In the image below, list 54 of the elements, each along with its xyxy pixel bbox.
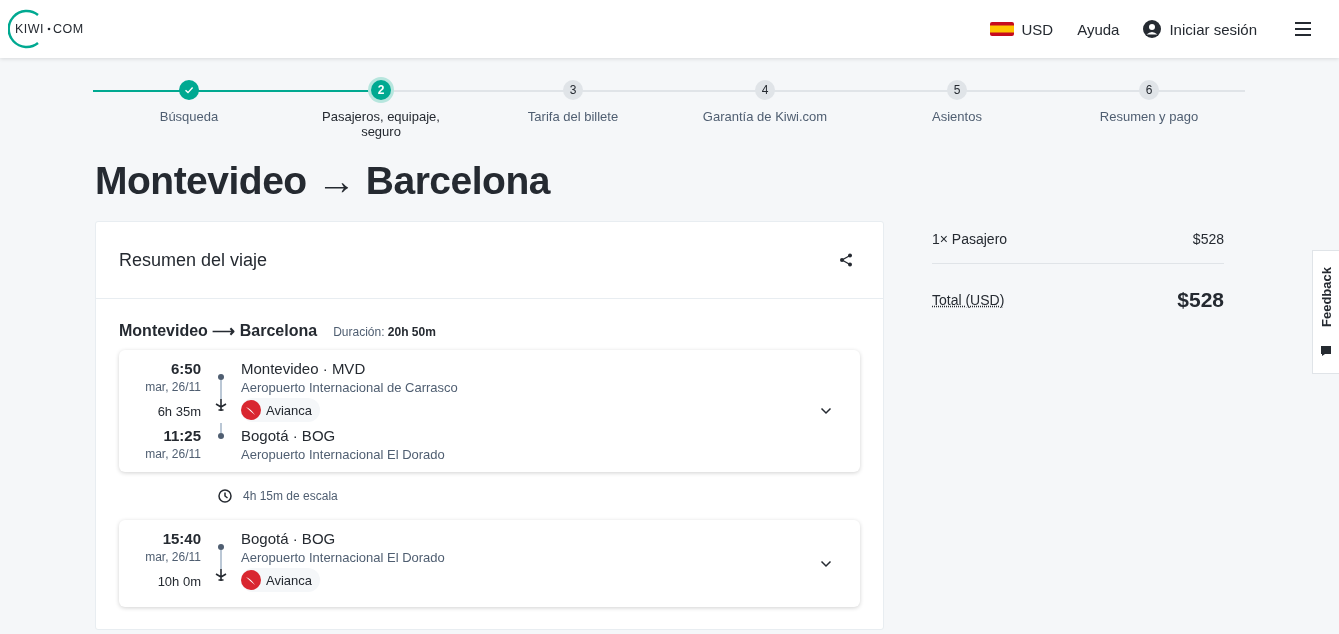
user-icon xyxy=(1143,20,1162,38)
chevron-down-icon[interactable] xyxy=(820,559,832,568)
step-number: 2 xyxy=(371,80,391,100)
departure-date: mar, 26/11 xyxy=(144,380,201,394)
step-number: 5 xyxy=(947,80,967,100)
clock-icon xyxy=(217,488,233,504)
timeline-dot-icon xyxy=(218,374,224,380)
feedback-tab[interactable]: Feedback xyxy=(1312,250,1339,374)
airline-name: Avianca xyxy=(266,402,312,418)
step-label: Garantía de Kiwi.com xyxy=(702,109,828,124)
trip-duration: Duración: 20h 50m xyxy=(333,325,436,339)
airline-name: Avianca xyxy=(266,572,312,588)
departure-airport: Aeropuerto Internacional de Carrasco xyxy=(241,380,459,395)
step-number: 3 xyxy=(563,80,583,100)
menu-icon[interactable] xyxy=(1293,21,1313,37)
airplane-icon xyxy=(214,568,228,582)
arrival-date: mar, 26/11 xyxy=(144,447,201,461)
departure-airport: Aeropuerto Internacional El Dorado xyxy=(241,550,446,565)
total-price: $528 xyxy=(1177,288,1224,312)
help-link[interactable]: Ayuda xyxy=(1077,20,1120,38)
chevron-down-icon[interactable] xyxy=(820,407,832,415)
total-label: Total (USD) xyxy=(932,292,1005,308)
card-title: Resumen del viaje xyxy=(119,249,268,271)
login-button[interactable]: Iniciar sesión xyxy=(1143,20,1257,38)
arrival-time: 11:25 xyxy=(162,427,201,444)
route-title: Montevideo ⟶ Barcelona xyxy=(119,321,318,340)
share-icon[interactable] xyxy=(839,253,853,267)
flag-icon xyxy=(989,22,1014,36)
step-label: Pasajeros, equipaje, seguro xyxy=(321,109,441,139)
flight-duration: 10h 0m xyxy=(156,573,201,589)
departure-place: Montevideo · MVD xyxy=(241,360,367,377)
arrival-airport: Aeropuerto Internacional El Dorado xyxy=(241,447,446,462)
step-label: Resumen y pago xyxy=(1099,109,1199,124)
chat-icon xyxy=(1320,345,1332,357)
airplane-icon xyxy=(214,398,228,412)
currency-selector[interactable]: USD xyxy=(989,20,1054,38)
arrival-place: Bogotá · BOG xyxy=(241,427,337,444)
layover-duration: 4h 15m de escala xyxy=(243,489,338,503)
departure-time: 15:40 xyxy=(161,530,201,547)
departure-place: Bogotá · BOG xyxy=(241,530,337,547)
step-number: 4 xyxy=(755,80,775,100)
page-title: Montevideo → Barcelona xyxy=(95,159,552,203)
timeline-dot-icon xyxy=(218,433,224,439)
step-number: 6 xyxy=(1139,80,1159,100)
flight-duration: 6h 35m xyxy=(156,403,201,419)
passenger-price: $528 xyxy=(1192,231,1224,247)
timeline-dot-icon xyxy=(218,544,224,550)
departure-time: 6:50 xyxy=(169,360,201,377)
departure-date: mar, 26/11 xyxy=(144,550,201,564)
logo[interactable]: KIWI COM xyxy=(8,9,90,49)
step-label: Asientos xyxy=(932,109,982,124)
passenger-label: 1× Pasajero xyxy=(932,231,1008,247)
step-label: Tarifa del billete xyxy=(527,109,619,124)
step-label: Búsqueda xyxy=(159,109,219,124)
